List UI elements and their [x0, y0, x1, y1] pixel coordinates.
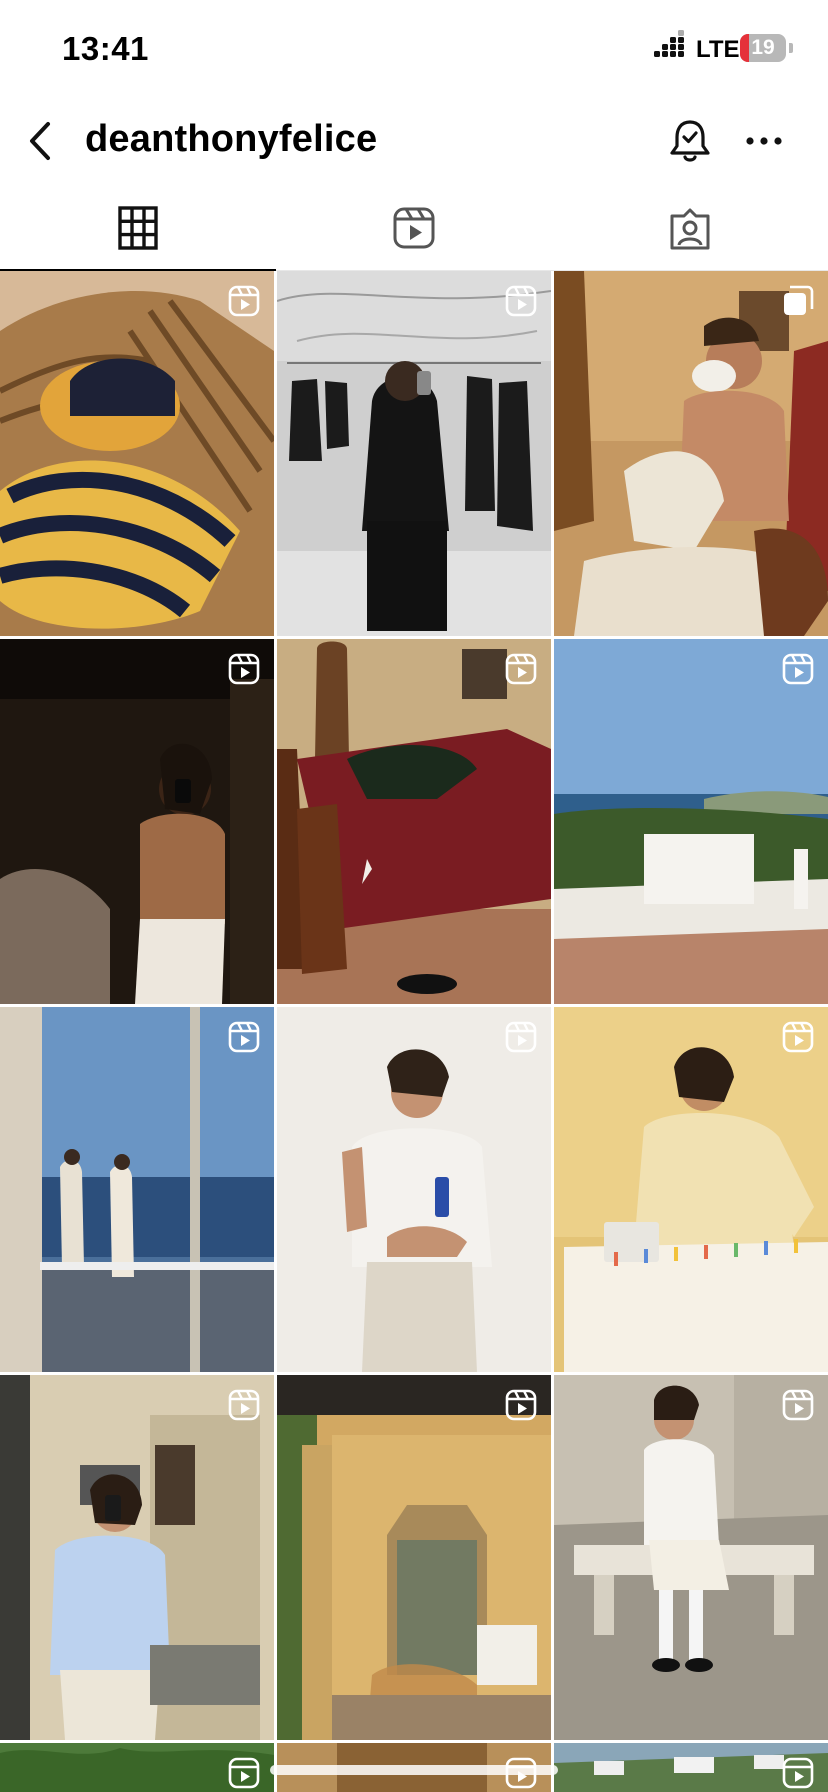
status-bar: 13:41 LTE 19 — [0, 0, 828, 96]
post-image — [0, 639, 274, 1004]
post-tile[interactable] — [554, 1375, 828, 1740]
reel-indicator-icon — [782, 1757, 814, 1789]
tab-tagged[interactable] — [552, 186, 828, 270]
reel-indicator-icon — [228, 1389, 260, 1421]
post-image — [277, 1375, 551, 1740]
profile-tabs — [0, 186, 828, 271]
battery-cap — [789, 43, 793, 53]
post-tile[interactable] — [0, 1007, 274, 1372]
post-tile[interactable] — [0, 1375, 274, 1740]
post-image — [0, 1375, 274, 1740]
post-image — [277, 271, 551, 636]
post-tile[interactable] — [277, 1375, 551, 1740]
reel-indicator-icon — [228, 1021, 260, 1053]
post-tile[interactable] — [277, 1007, 551, 1372]
post-image — [277, 639, 551, 1004]
battery-icon: 19 — [740, 34, 786, 62]
carousel-indicator-icon — [784, 285, 814, 315]
network-type: LTE — [696, 36, 740, 63]
notification-bell-icon[interactable] — [666, 116, 714, 166]
reel-indicator-icon — [228, 285, 260, 317]
more-horizontal-icon[interactable] — [742, 116, 786, 166]
reel-indicator-icon — [782, 1389, 814, 1421]
post-tile[interactable] — [554, 271, 828, 636]
post-tile[interactable] — [277, 639, 551, 1004]
reels-icon — [393, 207, 435, 249]
post-image — [0, 1007, 274, 1372]
home-indicator[interactable] — [270, 1765, 558, 1775]
post-image — [0, 271, 274, 636]
tab-reels[interactable] — [276, 186, 552, 270]
status-time: 13:41 — [62, 30, 149, 67]
cellular-signal-icon — [654, 30, 690, 62]
reel-indicator-icon — [228, 653, 260, 685]
reel-indicator-icon — [782, 1021, 814, 1053]
post-image — [554, 1375, 828, 1740]
reel-indicator-icon — [505, 285, 537, 317]
reel-indicator-icon — [505, 1389, 537, 1421]
post-tile[interactable] — [554, 639, 828, 1004]
post-image — [554, 1007, 828, 1372]
post-tile[interactable] — [0, 639, 274, 1004]
reel-indicator-icon — [505, 653, 537, 685]
post-tile[interactable] — [0, 1743, 274, 1792]
post-tile[interactable] — [554, 1007, 828, 1372]
post-image — [277, 1007, 551, 1372]
post-image — [554, 639, 828, 1004]
post-tile[interactable] — [554, 1743, 828, 1792]
tagged-person-icon — [670, 208, 710, 250]
profile-header: deanthonyfelice — [0, 96, 828, 186]
reel-indicator-icon — [228, 1757, 260, 1789]
reel-indicator-icon — [782, 653, 814, 685]
post-tile[interactable] — [277, 271, 551, 636]
tab-posts[interactable] — [0, 186, 276, 271]
post-image — [554, 271, 828, 636]
grid-icon — [118, 206, 158, 250]
post-tile[interactable] — [0, 271, 274, 636]
profile-username: deanthonyfelice — [85, 118, 378, 160]
chevron-left-icon[interactable] — [22, 118, 62, 164]
reel-indicator-icon — [505, 1021, 537, 1053]
battery-level: 19 — [751, 36, 775, 59]
